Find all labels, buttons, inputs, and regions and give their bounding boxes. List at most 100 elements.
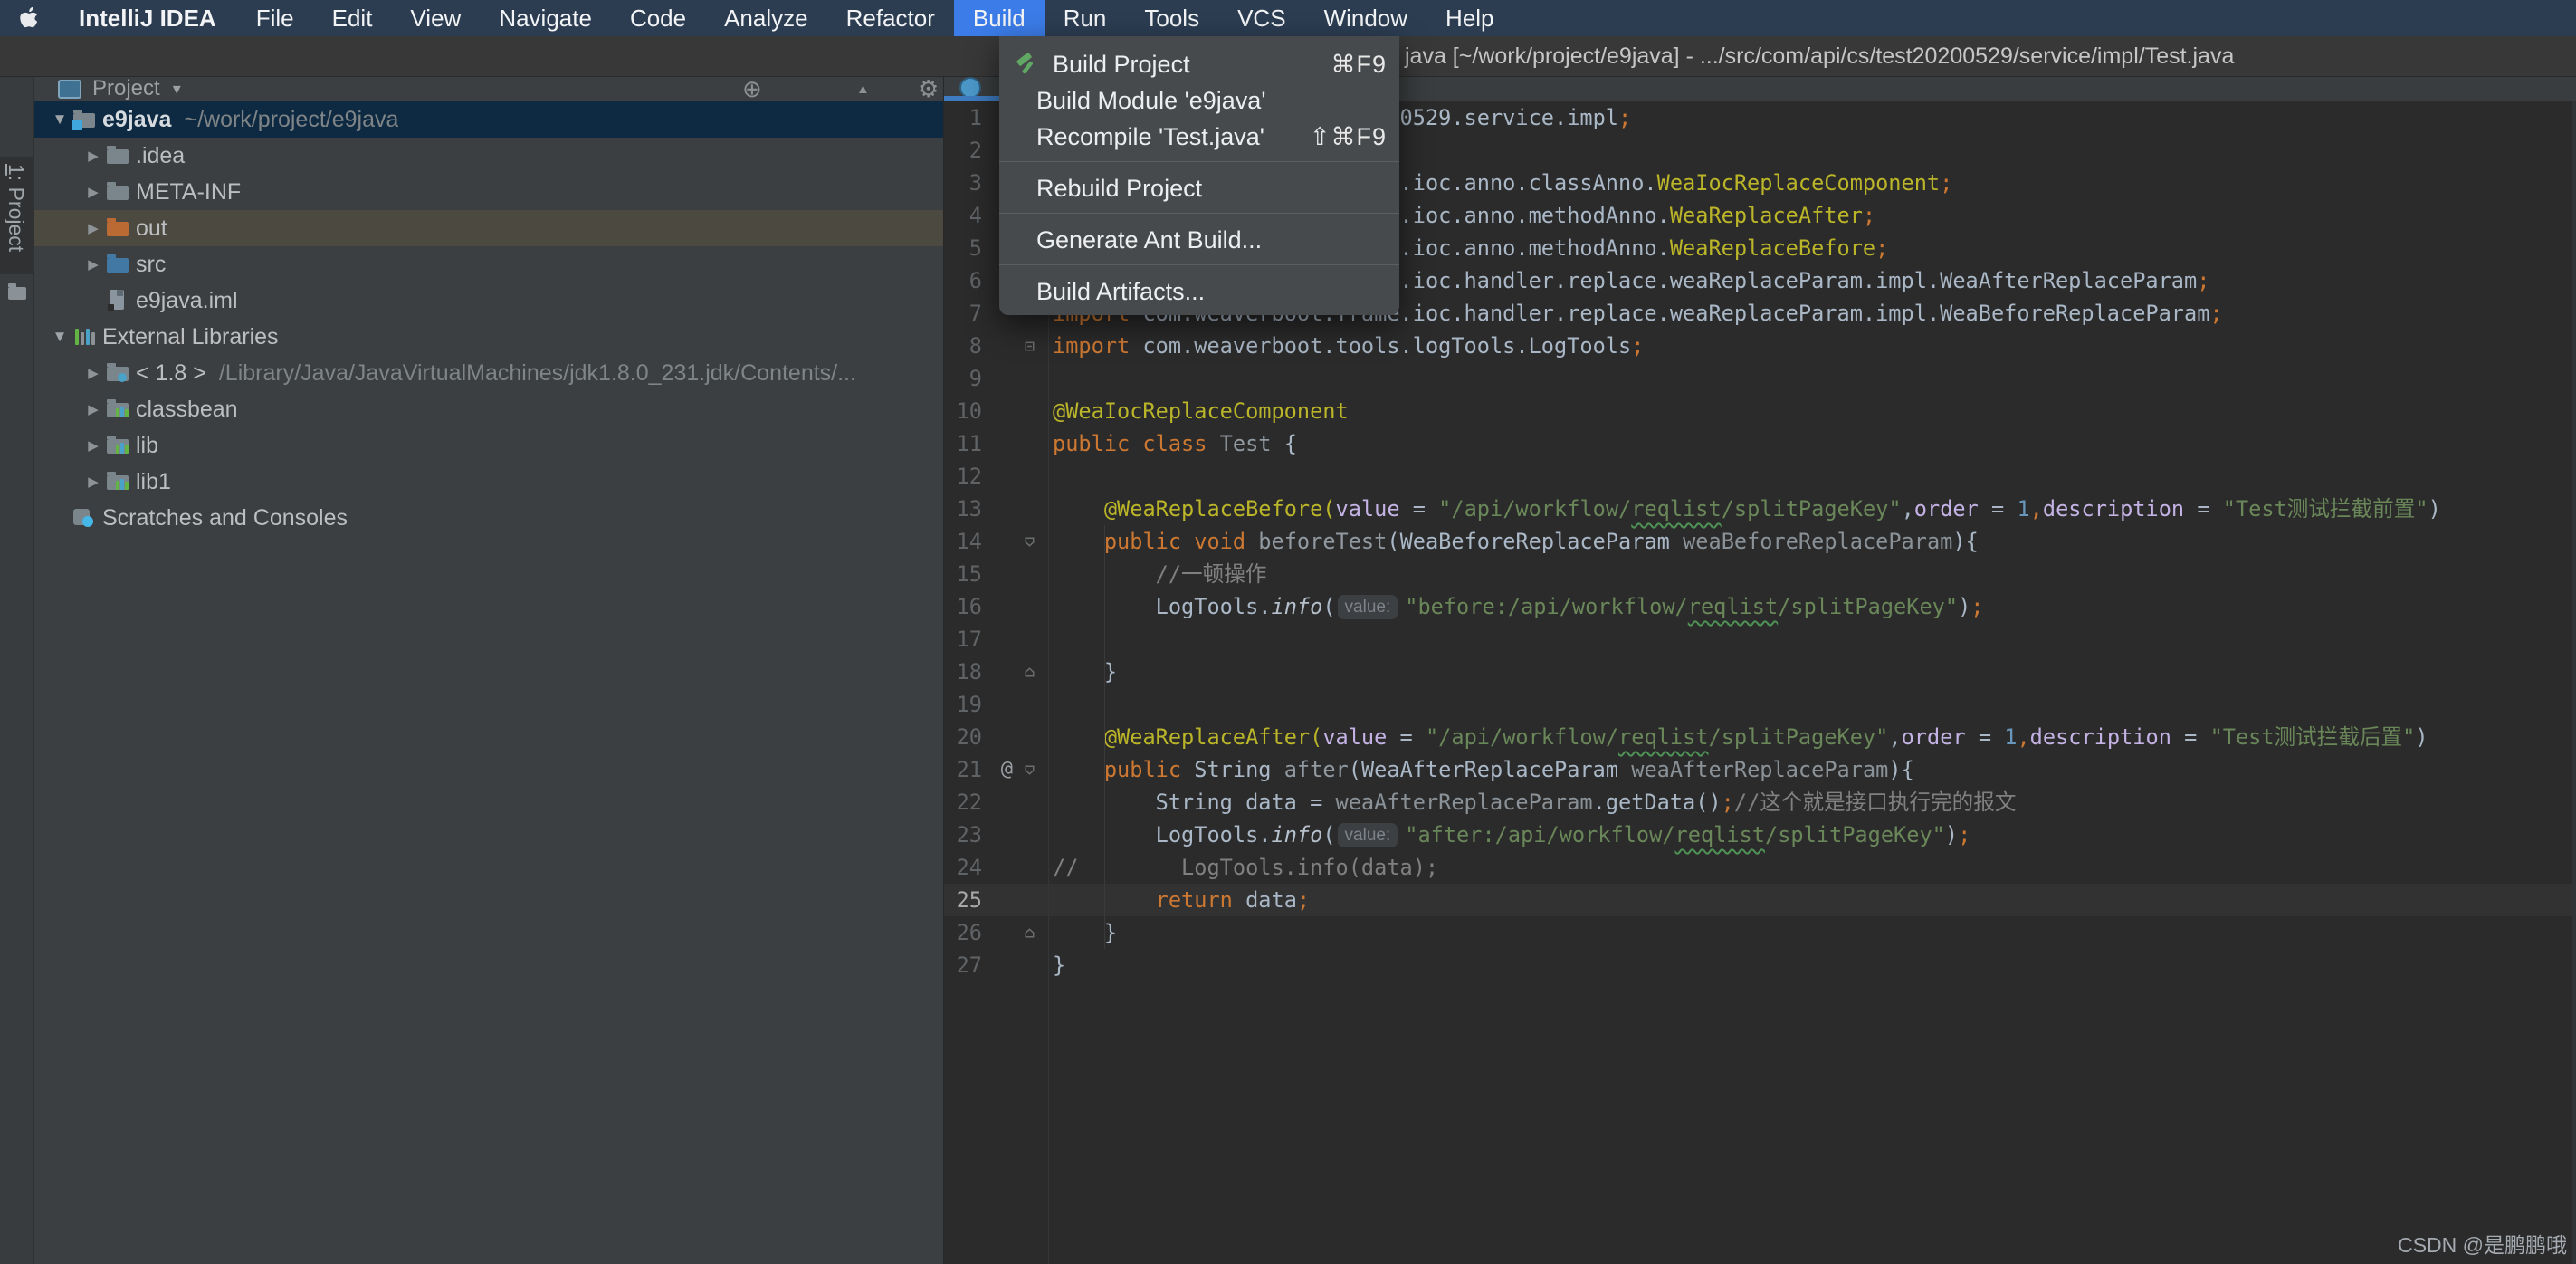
tree-item-meta-inf[interactable]: ▶META-INF	[34, 174, 943, 210]
line-number[interactable]: 11	[944, 427, 982, 460]
code-line[interactable]: 25 return data;	[944, 884, 2576, 916]
tree-collapsed-arrow-icon[interactable]: ▶	[81, 474, 105, 490]
tree-item-src[interactable]: ▶src	[34, 246, 943, 282]
build-menu-item-recompile-test-java[interactable]: Recompile 'Test.java'⇧⌘F9	[999, 119, 1399, 155]
tree-item-external-libraries[interactable]: ▼External Libraries	[34, 319, 943, 355]
line-number[interactable]: 3	[944, 167, 982, 199]
fold-open-icon[interactable]	[1013, 753, 1045, 786]
menu-item-view[interactable]: View	[391, 0, 480, 36]
menu-item-code[interactable]: Code	[611, 0, 705, 36]
line-number[interactable]: 19	[944, 688, 982, 721]
code-line[interactable]: 18 }	[944, 656, 2576, 688]
code-line[interactable]: 8import com.weaverboot.tools.logTools.Lo…	[944, 330, 2576, 362]
collapse-all-icon[interactable]: ▲	[856, 77, 870, 101]
tree-expanded-arrow-icon[interactable]: ▼	[48, 328, 72, 346]
tree-item-1-8[interactable]: ▶< 1.8 >/Library/Java/JavaVirtualMachine…	[34, 355, 943, 391]
tree-collapsed-arrow-icon[interactable]: ▶	[81, 220, 105, 236]
menu-item-vcs[interactable]: VCS	[1218, 0, 1304, 36]
menu-item-intellij-idea[interactable]: IntelliJ IDEA	[58, 0, 237, 36]
code-line[interactable]: 16 LogTools.info(value:"before:/api/work…	[944, 590, 2576, 623]
menu-item-edit[interactable]: Edit	[313, 0, 392, 36]
build-menu-item-build-artifacts[interactable]: Build Artifacts...	[999, 273, 1399, 310]
tree-collapsed-arrow-icon[interactable]: ▶	[81, 256, 105, 273]
line-number[interactable]: 14	[944, 525, 982, 558]
menu-item-window[interactable]: Window	[1305, 0, 1426, 36]
menu-item-refactor[interactable]: Refactor	[827, 0, 954, 36]
tree-item-out[interactable]: ▶out	[34, 210, 943, 246]
line-number[interactable]: 17	[944, 623, 982, 656]
fold-close-icon[interactable]	[1013, 916, 1045, 949]
code-line[interactable]: 20 @WeaReplaceAfter(value = "/api/workfl…	[944, 721, 2576, 753]
menu-item-tools[interactable]: Tools	[1125, 0, 1218, 36]
menu-item-analyze[interactable]: Analyze	[705, 0, 827, 36]
tree-item-classbean[interactable]: ▶classbean	[34, 391, 943, 427]
locate-file-icon[interactable]: ⊕	[742, 77, 762, 101]
fold-imp-icon[interactable]	[1013, 330, 1045, 362]
code-line[interactable]: 13 @WeaReplaceBefore(value = "/api/workf…	[944, 493, 2576, 525]
line-number[interactable]: 12	[944, 460, 982, 493]
menu-item-file[interactable]: File	[237, 0, 313, 36]
fold-open-icon[interactable]	[1013, 525, 1045, 558]
code-line[interactable]: 19	[944, 688, 2576, 721]
code-line[interactable]: 26 }	[944, 916, 2576, 949]
code-line[interactable]: 22 String data = weaAfterReplaceParam.ge…	[944, 786, 2576, 819]
line-number[interactable]: 25	[944, 884, 982, 916]
code-line[interactable]: 27}	[944, 949, 2576, 982]
code-line[interactable]: 23 LogTools.info(value:"after:/api/workf…	[944, 819, 2576, 851]
code-line[interactable]: 9	[944, 362, 2576, 395]
menu-item-navigate[interactable]: Navigate	[480, 0, 611, 36]
active-tab-underline[interactable]	[944, 96, 999, 101]
line-number[interactable]: 9	[944, 362, 982, 395]
line-number[interactable]: 10	[944, 395, 982, 427]
code-line[interactable]: 12	[944, 460, 2576, 493]
code-line[interactable]: 15 //一顿操作	[944, 558, 2576, 590]
gear-icon[interactable]: ⚙	[918, 77, 939, 101]
editor-scrollbar[interactable]	[2572, 101, 2576, 1264]
line-number[interactable]: 22	[944, 786, 982, 819]
tree-collapsed-arrow-icon[interactable]: ▶	[81, 148, 105, 164]
build-menu-item-generate-ant-build[interactable]: Generate Ant Build...	[999, 222, 1399, 258]
tree-item-e9java-iml[interactable]: e9java.iml	[34, 282, 943, 319]
project-panel-title[interactable]: Project	[92, 77, 160, 101]
tree-collapsed-arrow-icon[interactable]: ▶	[81, 401, 105, 417]
line-number[interactable]: 23	[944, 819, 982, 851]
tree-collapsed-arrow-icon[interactable]: ▶	[81, 365, 105, 381]
build-menu-item-rebuild-project[interactable]: Rebuild Project	[999, 170, 1399, 206]
line-number[interactable]: 15	[944, 558, 982, 590]
chevron-down-icon[interactable]: ▾	[173, 80, 181, 99]
tree-collapsed-arrow-icon[interactable]: ▶	[81, 437, 105, 454]
tree-item-scratches-and-consoles[interactable]: Scratches and Consoles	[34, 500, 943, 536]
tree-item-e9java[interactable]: ▼e9java~/work/project/e9java	[34, 101, 943, 138]
line-number[interactable]: 13	[944, 493, 982, 525]
line-number[interactable]: 8	[944, 330, 982, 362]
line-number[interactable]: 26	[944, 916, 982, 949]
code-line[interactable]: 10@WeaIocReplaceComponent	[944, 395, 2576, 427]
line-number[interactable]: 7	[944, 297, 982, 330]
build-menu-item-build-module-e9java[interactable]: Build Module 'e9java'	[999, 82, 1399, 119]
line-number[interactable]: 5	[944, 232, 982, 264]
tool-window-tab-label[interactable]: 1: Project	[4, 164, 28, 252]
line-number[interactable]: 20	[944, 721, 982, 753]
code-line[interactable]: 24// LogTools.info(data);	[944, 851, 2576, 884]
line-number[interactable]: 27	[944, 949, 982, 982]
apple-icon[interactable]	[0, 6, 58, 30]
tree-item-idea[interactable]: ▶.idea	[34, 138, 943, 174]
code-line[interactable]: 14 public void beforeTest(WeaBeforeRepla…	[944, 525, 2576, 558]
line-number[interactable]: 21	[944, 753, 982, 786]
line-number[interactable]: 6	[944, 264, 982, 297]
menu-item-run[interactable]: Run	[1045, 0, 1126, 36]
line-number[interactable]: 24	[944, 851, 982, 884]
line-number[interactable]: 1	[944, 101, 982, 134]
line-number[interactable]: 16	[944, 590, 982, 623]
code-line[interactable]: 11public class Test {	[944, 427, 2576, 460]
code-line[interactable]: 21@ public String after(WeaAfterReplaceP…	[944, 753, 2576, 786]
build-menu-item-build-project[interactable]: Build Project⌘F9	[999, 46, 1399, 82]
line-number[interactable]: 18	[944, 656, 982, 688]
tree-expanded-arrow-icon[interactable]: ▼	[48, 110, 72, 129]
code-line[interactable]: 17	[944, 623, 2576, 656]
line-number[interactable]: 2	[944, 134, 982, 167]
fold-close-icon[interactable]	[1013, 656, 1045, 688]
tree-collapsed-arrow-icon[interactable]: ▶	[81, 184, 105, 200]
menu-item-build[interactable]: Build	[954, 0, 1045, 36]
line-number[interactable]: 4	[944, 199, 982, 232]
